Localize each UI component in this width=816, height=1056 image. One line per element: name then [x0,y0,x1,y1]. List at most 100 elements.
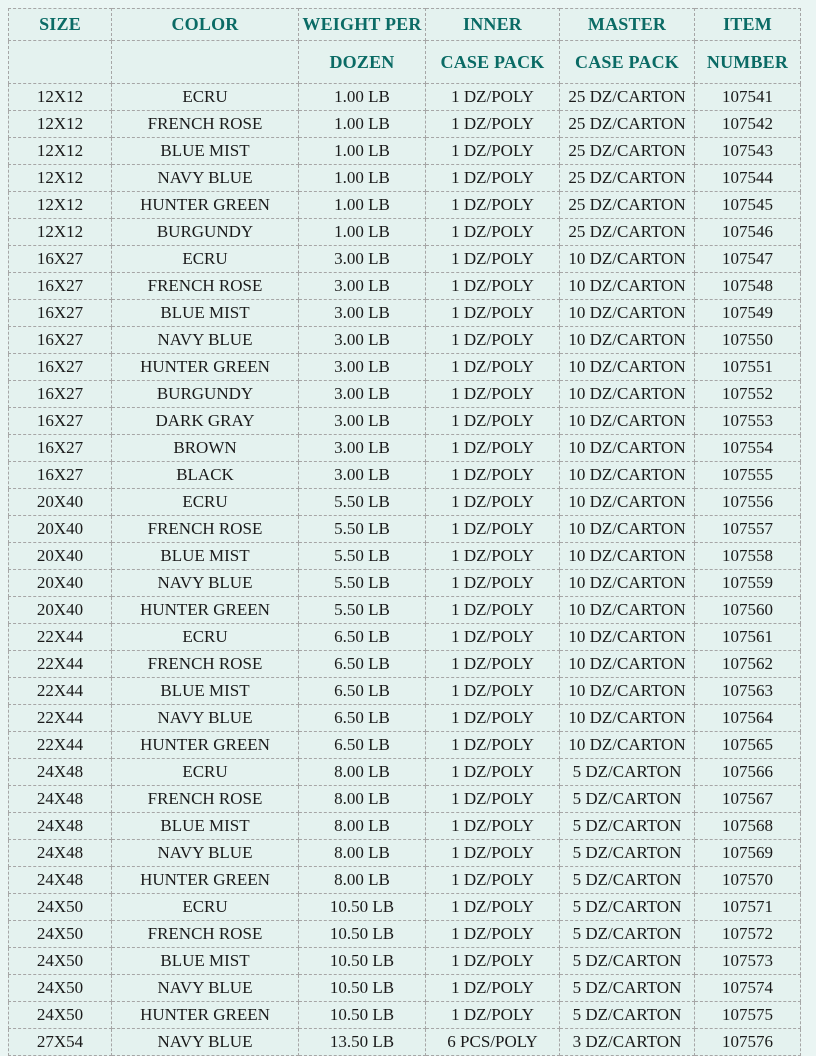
table-row[interactable]: 20X40 NAVY BLUE 5.50 LB 1 DZ/POLY 10 DZ/CART… [8,569,801,597]
cell-weight: 6.50 LB [298,650,426,678]
table-row[interactable]: 20X40 ECRU 5.50 LB 1 DZ/POLY 10 DZ/CARTON 107… [8,488,801,516]
column-header-weight-line1[interactable]: WEIGHT PER [298,8,426,41]
table-row[interactable]: 24X48 NAVY BLUE 8.00 LB 1 DZ/POLY 5 DZ/CARTO… [8,839,801,867]
cell-color: ECRU [111,488,299,516]
cell-item: 107555 [694,461,801,489]
cell-inner: 1 DZ/POLY [425,677,560,705]
table-row[interactable]: 16X27 FRENCH ROSE 3.00 LB 1 DZ/POLY 10 DZ/CA… [8,272,801,300]
table-row[interactable]: 12X12 NAVY BLUE 1.00 LB 1 DZ/POLY 25 DZ/CART… [8,164,801,192]
cell-size: 22X44 [8,731,112,759]
cell-color: BLUE MIST [111,812,299,840]
column-header-color-line2[interactable] [111,40,299,84]
table-row[interactable]: 22X44 NAVY BLUE 6.50 LB 1 DZ/POLY 10 DZ/CART… [8,704,801,732]
cell-weight: 6.50 LB [298,704,426,732]
column-header-size-line2[interactable] [8,40,112,84]
column-header-item-line2[interactable]: NUMBER [694,40,801,84]
table-row[interactable]: 16X27 BLUE MIST 3.00 LB 1 DZ/POLY 10 DZ/CART… [8,299,801,327]
table-row[interactable]: 22X44 HUNTER GREEN 6.50 LB 1 DZ/POLY 10 DZ/C… [8,731,801,759]
cell-weight: 1.00 LB [298,164,426,192]
cell-weight: 3.00 LB [298,326,426,354]
column-header-master-line2[interactable]: CASE PACK [559,40,695,84]
table-row[interactable]: 24X48 FRENCH ROSE 8.00 LB 1 DZ/POLY 5 DZ/CAR… [8,785,801,813]
cell-inner: 1 DZ/POLY [425,542,560,570]
cell-size: 12X12 [8,218,112,246]
cell-item: 107554 [694,434,801,462]
table-row[interactable]: 20X40 HUNTER GREEN 5.50 LB 1 DZ/POLY 10 DZ/C… [8,596,801,624]
table-row[interactable]: 22X44 BLUE MIST 6.50 LB 1 DZ/POLY 10 DZ/CART… [8,677,801,705]
table-row[interactable]: 27X54 NAVY BLUE 13.50 LB 6 PCS/POLY 3 DZ/CAR… [8,1028,801,1056]
table-row[interactable]: 24X50 ECRU 10.50 LB 1 DZ/POLY 5 DZ/CARTON 107… [8,893,801,921]
cell-master: 5 DZ/CARTON [559,758,695,786]
cell-size: 24X48 [8,866,112,894]
table-row[interactable]: 20X40 FRENCH ROSE 5.50 LB 1 DZ/POLY 10 DZ/CA… [8,515,801,543]
cell-size: 24X50 [8,893,112,921]
cell-item: 107550 [694,326,801,354]
cell-master: 5 DZ/CARTON [559,920,695,948]
table-row[interactable]: 16X27 BROWN 3.00 LB 1 DZ/POLY 10 DZ/CARTON 10… [8,434,801,462]
cell-size: 27X54 [8,1028,112,1056]
cell-weight: 10.50 LB [298,1001,426,1029]
cell-weight: 3.00 LB [298,461,426,489]
cell-weight: 5.50 LB [298,569,426,597]
table-row[interactable]: 12X12 ECRU 1.00 LB 1 DZ/POLY 25 DZ/CARTON 107… [8,83,801,111]
cell-master: 10 DZ/CARTON [559,623,695,651]
table-row[interactable]: 16X27 DARK GRAY 3.00 LB 1 DZ/POLY 10 DZ/CART… [8,407,801,435]
column-header-size-line1[interactable]: SIZE [8,8,112,41]
table-row[interactable]: 12X12 HUNTER GREEN 1.00 LB 1 DZ/POLY 25 DZ/C… [8,191,801,219]
cell-size: 24X50 [8,1001,112,1029]
table-row[interactable]: 24X50 HUNTER GREEN 10.50 LB 1 DZ/POLY 5 DZ/C… [8,1001,801,1029]
cell-master: 10 DZ/CARTON [559,461,695,489]
cell-inner: 1 DZ/POLY [425,110,560,138]
cell-size: 16X27 [8,353,112,381]
cell-size: 12X12 [8,191,112,219]
cell-weight: 3.00 LB [298,407,426,435]
cell-weight: 3.00 LB [298,272,426,300]
cell-size: 16X27 [8,272,112,300]
cell-weight: 5.50 LB [298,515,426,543]
table-row[interactable]: 12X12 BURGUNDY 1.00 LB 1 DZ/POLY 25 DZ/CARTO… [8,218,801,246]
cell-size: 24X48 [8,758,112,786]
column-header-inner-line2[interactable]: CASE PACK [425,40,560,84]
cell-master: 10 DZ/CARTON [559,704,695,732]
cell-weight: 6.50 LB [298,731,426,759]
cell-master: 10 DZ/CARTON [559,488,695,516]
table-row[interactable]: 16X27 ECRU 3.00 LB 1 DZ/POLY 10 DZ/CARTON 107… [8,245,801,273]
column-header-item-line1[interactable]: ITEM [694,8,801,41]
cell-master: 10 DZ/CARTON [559,542,695,570]
table-row[interactable]: 24X50 NAVY BLUE 10.50 LB 1 DZ/POLY 5 DZ/CART… [8,974,801,1002]
table-row[interactable]: 16X27 HUNTER GREEN 3.00 LB 1 DZ/POLY 10 DZ/C… [8,353,801,381]
cell-color: ECRU [111,758,299,786]
cell-weight: 10.50 LB [298,947,426,975]
table-row[interactable]: 24X50 FRENCH ROSE 10.50 LB 1 DZ/POLY 5 DZ/CA… [8,920,801,948]
cell-item: 107564 [694,704,801,732]
table-row[interactable]: 20X40 BLUE MIST 5.50 LB 1 DZ/POLY 10 DZ/CART… [8,542,801,570]
column-header-weight-line2[interactable]: DOZEN [298,40,426,84]
column-header-master-line1[interactable]: MASTER [559,8,695,41]
cell-inner: 1 DZ/POLY [425,515,560,543]
cell-item: 107560 [694,596,801,624]
table-row[interactable]: 12X12 FRENCH ROSE 1.00 LB 1 DZ/POLY 25 DZ/CA… [8,110,801,138]
table-row[interactable]: 16X27 NAVY BLUE 3.00 LB 1 DZ/POLY 10 DZ/CART… [8,326,801,354]
table-row[interactable]: 22X44 FRENCH ROSE 6.50 LB 1 DZ/POLY 10 DZ/CA… [8,650,801,678]
cell-inner: 1 DZ/POLY [425,137,560,165]
table-row[interactable]: 24X48 HUNTER GREEN 8.00 LB 1 DZ/POLY 5 DZ/CA… [8,866,801,894]
cell-weight: 5.50 LB [298,542,426,570]
header-row-line1: SIZE COLOR WEIGHT PER INNER MASTER ITEM [8,8,801,41]
cell-master: 10 DZ/CARTON [559,731,695,759]
table-row[interactable]: 22X44 ECRU 6.50 LB 1 DZ/POLY 10 DZ/CARTON 107… [8,623,801,651]
cell-size: 22X44 [8,677,112,705]
cell-inner: 1 DZ/POLY [425,866,560,894]
cell-item: 107544 [694,164,801,192]
cell-size: 12X12 [8,164,112,192]
table-row[interactable]: 12X12 BLUE MIST 1.00 LB 1 DZ/POLY 25 DZ/CART… [8,137,801,165]
cell-color: FRENCH ROSE [111,650,299,678]
table-row[interactable]: 24X48 ECRU 8.00 LB 1 DZ/POLY 5 DZ/CARTON 1075… [8,758,801,786]
cell-master: 10 DZ/CARTON [559,650,695,678]
table-row[interactable]: 16X27 BURGUNDY 3.00 LB 1 DZ/POLY 10 DZ/CARTO… [8,380,801,408]
table-row[interactable]: 24X50 BLUE MIST 10.50 LB 1 DZ/POLY 5 DZ/CART… [8,947,801,975]
cell-size: 24X48 [8,785,112,813]
table-row[interactable]: 16X27 BLACK 3.00 LB 1 DZ/POLY 10 DZ/CARTON 10… [8,461,801,489]
column-header-color-line1[interactable]: COLOR [111,8,299,41]
column-header-inner-line1[interactable]: INNER [425,8,560,41]
table-row[interactable]: 24X48 BLUE MIST 8.00 LB 1 DZ/POLY 5 DZ/CARTO… [8,812,801,840]
